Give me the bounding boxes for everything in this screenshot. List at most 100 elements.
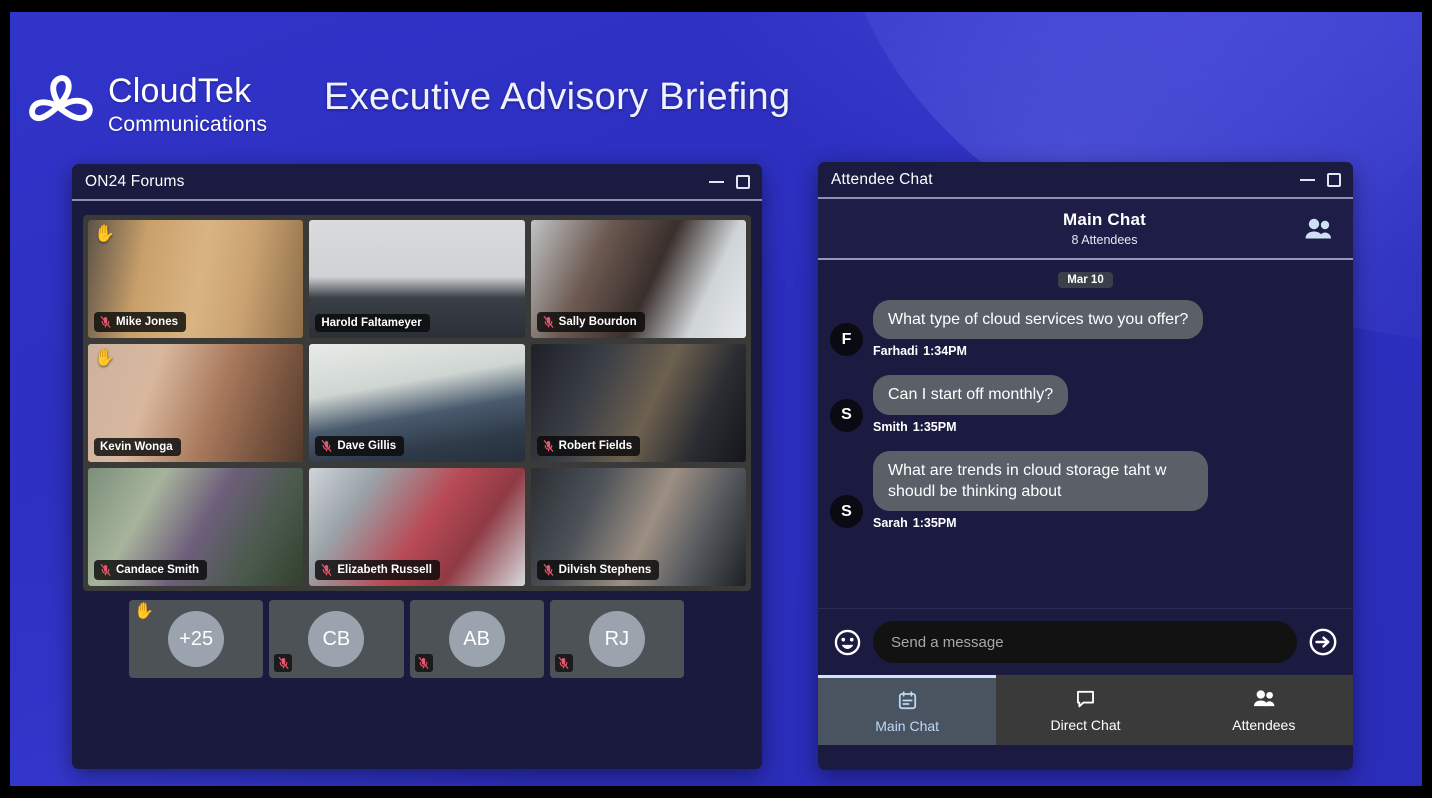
message-meta: Farhadi 1:34PM [873,344,1341,358]
avatar: RJ [588,611,645,667]
attendee-chat-panel: Attendee Chat Main Chat 8 Attendees Mar … [818,162,1353,770]
video-tile[interactable]: Harold Faltameyer [309,220,525,338]
participant-name-badge: Harold Faltameyer [315,314,430,332]
brand-subtitle: Communications [108,112,268,136]
video-tile[interactable]: Candace Smith [88,468,304,586]
speech-bubble-icon [1075,688,1096,710]
avatar-tile[interactable]: ✋ +25 [129,600,264,678]
video-tile[interactable]: Robert Fields [530,344,746,462]
emoji-smiley-icon[interactable] [834,629,861,656]
avatar: +25 [168,611,225,667]
message-meta: Smith 1:35PM [873,420,1341,434]
tab-attendees[interactable]: Attendees [1175,675,1353,745]
message-time: 1:35PM [912,516,957,531]
raised-hand-icon: ✋ [134,603,154,620]
message-time: 1:34PM [923,344,967,359]
message-time: 1:35PM [912,419,957,434]
chat-message-list[interactable]: Mar 10 F What type of cloud services two … [818,260,1353,608]
participant-name: Elizabeth Russell [337,564,432,576]
maximize-icon[interactable] [1327,172,1341,187]
tab-label: Direct Chat [1050,716,1121,733]
mic-muted-icon [278,657,289,669]
date-divider: Mar 10 [830,270,1341,288]
chat-panel-title: Attendee Chat [831,170,933,188]
tab-main-chat[interactable]: Main Chat [818,675,997,745]
calendar-notes-icon [897,689,918,711]
mic-muted-badge [274,654,293,672]
people-icon [1252,688,1276,710]
message-composer [818,608,1353,675]
messages-container: F What type of cloud services two you off… [830,300,1341,530]
video-tile[interactable]: ✋ Kevin Wonga [88,344,304,462]
chat-panel-titlebar: Attendee Chat [818,162,1353,199]
brand-name: CloudTek [108,71,252,110]
minimize-icon[interactable] [1300,178,1315,181]
participant-name: Candace Smith [116,564,200,576]
attendee-count: 8 Attendees [1071,233,1138,247]
message-author: Farhadi [873,344,919,359]
brand-lockup: CloudTek Communications [22,64,267,144]
forums-panel: ON24 Forums ✋ Mike Jones Harold Faltameyer… [72,164,762,769]
message-avatar: S [830,398,863,432]
avatar-tile[interactable]: CB [269,600,404,678]
message-author: Sarah [873,516,908,531]
trefoil-knot-logo-icon [29,75,93,122]
avatar-strip: ✋ +25 CB AB RJ [129,600,684,678]
chat-message: S Can I start off monthly? Smith 1:35PM [830,375,1341,434]
participant-name: Sally Bourdon [558,316,637,328]
video-tile[interactable]: ✋ Mike Jones [88,220,304,338]
mic-muted-icon [322,564,332,576]
video-grid: ✋ Mike Jones Harold Faltameyer Sally Bourdo… [88,220,746,586]
chat-window-controls [1300,172,1341,187]
forums-panel-body: ✋ Mike Jones Harold Faltameyer Sally Bourdo… [72,201,762,769]
avatar-tile[interactable]: RJ [549,600,684,678]
people-icon [1253,690,1275,707]
send-arrow-icon[interactable] [1309,628,1337,656]
message-input[interactable] [873,621,1297,663]
avatar: CB [308,611,365,667]
mic-muted-icon [418,657,429,669]
mic-muted-icon [558,657,569,669]
webinar-stage: CloudTek Communications Executive Adviso… [10,12,1422,786]
video-tile[interactable]: Dilvish Stephens [530,468,746,586]
participant-name-badge: Candace Smith [94,560,208,580]
message-bubble: Can I start off monthly? [873,375,1069,415]
participant-name-badge: Dave Gillis [315,436,405,456]
message-avatar: S [830,495,863,529]
participant-name: Dave Gillis [337,440,397,452]
people-icon[interactable] [1303,216,1333,242]
mic-muted-icon [100,564,111,576]
date-divider-label: Mar 10 [1058,272,1113,288]
chat-message: F What type of cloud services two you off… [830,300,1341,358]
message-bubble: What are trends in cloud storage taht w … [873,450,1208,512]
calendar-notes-icon [898,690,916,709]
video-tile[interactable]: Elizabeth Russell [309,468,525,586]
video-grid-wrapper: ✋ Mike Jones Harold Faltameyer Sally Bourdo… [83,215,751,591]
forums-panel-titlebar: ON24 Forums [72,164,762,201]
participant-name: Robert Fields [558,440,633,452]
raised-hand-icon: ✋ [94,348,116,367]
tab-label: Main Chat [875,718,940,734]
participant-name-badge: Kevin Wonga [94,438,181,456]
participant-name-badge: Dilvish Stephens [536,560,660,580]
video-tile[interactable]: Dave Gillis [309,344,525,462]
participant-name-badge: Sally Bourdon [536,312,645,332]
participant-name: Dilvish Stephens [558,564,652,576]
tab-label: Attendees [1232,716,1296,733]
avatar-tile[interactable]: AB [409,600,544,678]
message-meta: Sarah 1:35PM [873,516,1341,530]
participant-name-badge: Elizabeth Russell [315,560,440,580]
page-title: Executive Advisory Briefing [324,76,791,118]
forums-window-controls [709,174,750,189]
mic-muted-badge [554,654,573,672]
minimize-icon[interactable] [709,180,724,183]
raised-hand-icon: ✋ [94,224,116,243]
tab-direct-chat[interactable]: Direct Chat [996,675,1174,745]
mic-muted-icon [543,440,554,452]
participant-name: Harold Faltameyer [321,317,422,329]
maximize-icon[interactable] [736,174,750,189]
participant-name-badge: Robert Fields [536,436,641,456]
message-bubble: What type of cloud services two you offe… [873,300,1204,340]
video-tile[interactable]: Sally Bourdon [530,220,746,338]
message-avatar: F [830,323,863,357]
